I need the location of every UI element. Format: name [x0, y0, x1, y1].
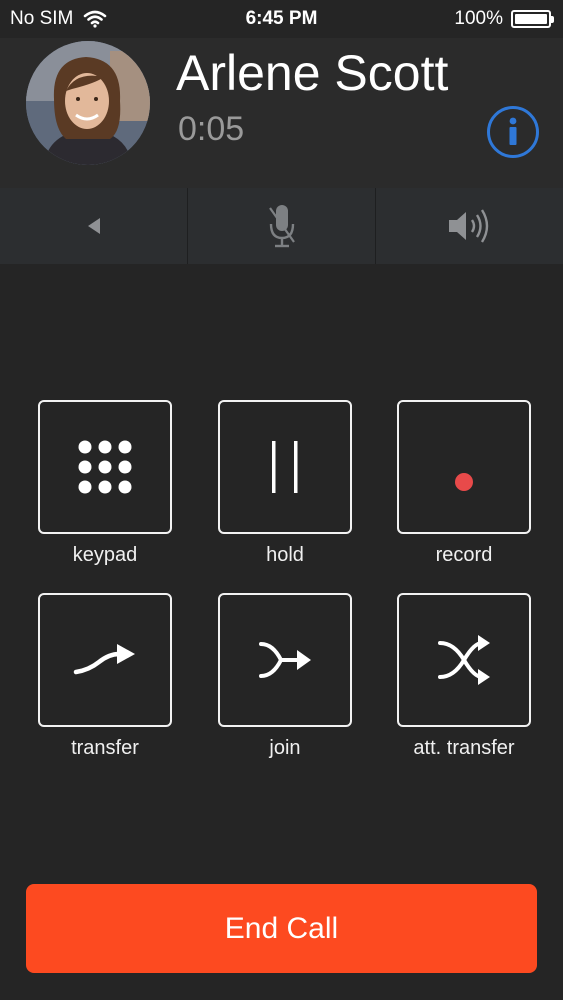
shuffle-icon	[438, 635, 490, 685]
info-icon	[509, 117, 517, 145]
record-label: record	[435, 544, 493, 566]
join-label: join	[269, 737, 301, 759]
speaker-icon	[448, 209, 488, 243]
status-right: 100%	[454, 8, 554, 30]
transfer-action: transfer	[38, 593, 172, 760]
att-transfer-button[interactable]	[397, 593, 531, 727]
att-transfer-action: att. transfer	[397, 593, 531, 760]
keypad-icon	[78, 440, 132, 494]
end-call-button[interactable]: End Call	[26, 884, 537, 973]
keypad-label: keypad	[72, 544, 138, 566]
transfer-button[interactable]	[38, 593, 172, 727]
transfer-label: transfer	[71, 737, 139, 759]
hold-action: hold	[218, 400, 352, 567]
record-button[interactable]	[397, 400, 531, 534]
hold-button[interactable]	[218, 400, 352, 534]
call-screen: No SIM 6:45 PM 100% Arlene Scott 0:05 ke…	[0, 0, 563, 1000]
pause-icon	[272, 441, 298, 493]
record-action: record	[397, 400, 531, 567]
microphone-muted-icon	[268, 205, 295, 248]
transfer-arrow-icon	[73, 644, 135, 675]
back-button[interactable]	[0, 188, 188, 264]
speaker-button[interactable]	[376, 188, 563, 264]
info-button[interactable]	[487, 106, 539, 158]
caller-avatar	[26, 41, 150, 165]
battery-icon	[511, 10, 554, 28]
audio-controls	[0, 188, 563, 264]
mute-button[interactable]	[188, 188, 376, 264]
status-bar: No SIM 6:45 PM 100%	[0, 0, 563, 38]
call-duration: 0:05	[178, 110, 245, 148]
join-merge-icon	[259, 642, 311, 678]
join-button[interactable]	[218, 593, 352, 727]
back-arrow-icon	[87, 218, 100, 234]
call-header: Arlene Scott 0:05	[0, 38, 563, 188]
caller-name: Arlene Scott	[176, 45, 449, 101]
record-dot-icon	[455, 473, 473, 491]
avatar-photo	[26, 41, 150, 165]
battery-percent: 100%	[454, 8, 503, 29]
hold-label: hold	[266, 544, 304, 566]
keypad-action: keypad	[38, 400, 172, 567]
join-action: join	[218, 593, 352, 760]
att-transfer-label: att. transfer	[413, 737, 515, 759]
keypad-button[interactable]	[38, 400, 172, 534]
